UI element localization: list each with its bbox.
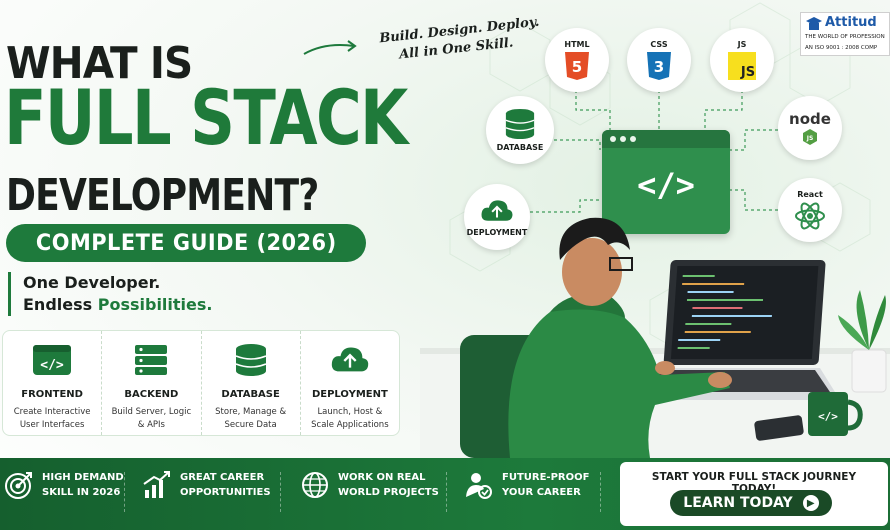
- learn-today-label: LEARN TODAY: [683, 495, 793, 511]
- svg-text:3: 3: [654, 58, 664, 76]
- perk-future: FUTURE-PROOF YOUR CAREER: [464, 470, 589, 500]
- learn-today-button[interactable]: LEARN TODAY ▶: [670, 490, 832, 516]
- html5-icon: 5: [565, 51, 589, 80]
- code-tag: </>: [637, 166, 695, 204]
- perk-career: GREAT CAREER OPPORTUNITIES: [142, 470, 271, 500]
- javascript-icon: JS: [728, 51, 756, 80]
- growth-chart-icon: [143, 471, 170, 498]
- database-icon: [505, 108, 535, 140]
- perk-high-demand: HIGH DEMAND SKILL IN 2026: [4, 470, 124, 500]
- developer-illustration: </>: [420, 217, 890, 458]
- separator: [124, 472, 125, 512]
- separator: [600, 472, 601, 512]
- hero-banner: WHAT IS FULL STACK DEVELOPMENT? COMPLETE…: [0, 0, 890, 530]
- attitude-logo: Attitud THE WORLD OF PROFESSION AN ISO 9…: [800, 12, 890, 56]
- nodejs-icon: JS: [803, 129, 817, 145]
- node-label: node: [789, 110, 831, 128]
- separator: [446, 472, 447, 512]
- css-badge: CSS 3: [627, 28, 691, 92]
- logo-brand: Attitud: [825, 15, 877, 30]
- globe-icon: [302, 472, 328, 498]
- node-badge: node JS: [778, 96, 842, 160]
- svg-text:JS: JS: [740, 65, 755, 80]
- separator: [280, 472, 281, 512]
- target-icon: [5, 472, 32, 499]
- database-badge: DATABASE: [486, 96, 554, 164]
- user-badge-icon: [466, 473, 492, 499]
- css3-icon: 3: [647, 51, 671, 80]
- svg-text:JS: JS: [806, 135, 814, 142]
- arrow-right-icon: ▶: [802, 495, 819, 511]
- js-badge: JS JS: [710, 28, 774, 92]
- window-title-bar: [602, 130, 730, 148]
- logo-line-3: AN ISO 9001 : 2008 COMP: [805, 45, 878, 51]
- svg-text:5: 5: [572, 58, 582, 76]
- graduation-cap-icon: [806, 17, 822, 30]
- html-badge: HTML 5: [545, 28, 609, 92]
- logo-line-2: THE WORLD OF PROFESSION: [805, 34, 885, 40]
- perk-projects: WORK ON REAL WORLD PROJECTS: [300, 470, 439, 500]
- svg-text:</>: </>: [818, 410, 838, 423]
